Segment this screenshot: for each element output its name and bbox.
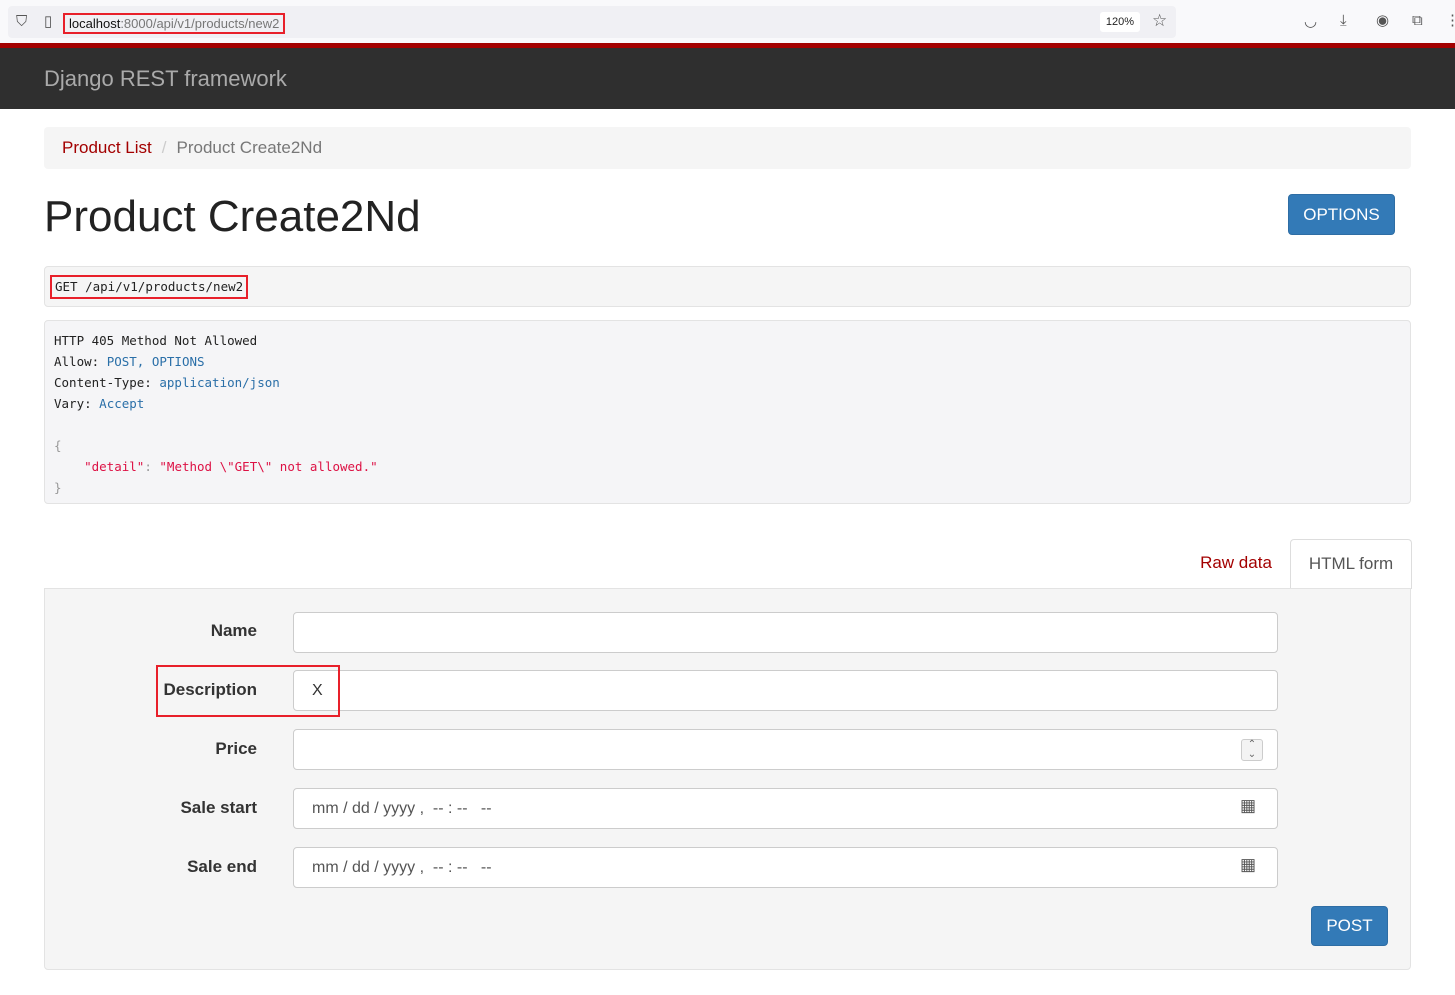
price-input[interactable] <box>293 729 1278 770</box>
shield-icon[interactable]: ⛉ <box>16 14 27 30</box>
response-status: HTTP 405 Method Not Allowed <box>54 333 258 348</box>
description-input[interactable]: X <box>293 670 1278 711</box>
page-title: Product Create2Nd <box>44 192 421 241</box>
bookmark-star-icon[interactable]: ☆ <box>1152 12 1167 29</box>
header-value: application/json <box>159 375 280 390</box>
json-brace: { <box>54 438 62 453</box>
json-colon: : <box>144 459 160 474</box>
name-label: Name <box>210 621 257 640</box>
request-path: /api/v1/products/new2 <box>85 279 244 294</box>
menu-icon[interactable]: ⋮ <box>1445 13 1455 29</box>
header-key: Content-Type: <box>54 375 152 390</box>
options-button[interactable]: OPTIONS <box>1288 194 1395 235</box>
sale-start-label: Sale start <box>180 798 257 817</box>
header-key: Allow: <box>54 354 100 369</box>
download-icon[interactable]: ⤓ <box>1340 13 1347 29</box>
calendar-icon[interactable]: ▦ <box>1240 856 1256 873</box>
json-value: "Method \"GET\" not allowed." <box>159 459 378 474</box>
extensions-icon[interactable]: ⧉ <box>1412 13 1423 29</box>
pocket-icon[interactable]: ◡ <box>1304 14 1317 30</box>
tab-html-form[interactable]: HTML form <box>1290 539 1412 589</box>
url-text[interactable]: localhost:8000/api/v1/products/new2 <box>63 13 286 34</box>
breadcrumb-product-list[interactable]: Product List <box>62 138 152 157</box>
breadcrumb: Product List / Product Create2Nd <box>44 127 1411 169</box>
tab-raw-data[interactable]: Raw data <box>1186 539 1286 589</box>
highlight-box <box>156 665 340 717</box>
header-value: Accept <box>99 396 145 411</box>
header-value: POST, OPTIONS <box>106 354 205 369</box>
post-button[interactable]: POST <box>1311 906 1388 946</box>
page-icon: ▯ <box>44 13 53 30</box>
header-key: Vary: <box>54 396 92 411</box>
url-path: :8000/api/v1/products/new2 <box>120 16 280 31</box>
request-method: GET <box>55 279 78 294</box>
request-info <box>44 266 1411 307</box>
zoom-level[interactable]: 120% <box>1100 12 1140 32</box>
account-icon[interactable]: ◉ <box>1376 13 1389 29</box>
brand-link[interactable]: Django REST framework <box>44 66 287 92</box>
sale-end-input[interactable]: mm / dd / yyyy , -- : -- -- <box>293 847 1278 888</box>
price-label: Price <box>215 739 257 758</box>
sale-start-input[interactable]: mm / dd / yyyy , -- : -- -- <box>293 788 1278 829</box>
sale-end-label: Sale end <box>187 857 257 876</box>
calendar-icon[interactable]: ▦ <box>1240 797 1256 814</box>
breadcrumb-separator: / <box>161 138 167 157</box>
request-line: GET /api/v1/products/new2 <box>50 275 249 299</box>
breadcrumb-current: Product Create2Nd <box>176 138 323 157</box>
number-spinner-icon[interactable]: ⌃ ⌄ <box>1241 739 1263 761</box>
json-key: "detail" <box>84 459 145 474</box>
url-host: localhost <box>69 16 121 31</box>
response-info: HTTP 405 Method Not Allowed Allow: POST,… <box>44 320 1411 504</box>
json-brace: } <box>54 480 62 495</box>
name-input[interactable] <box>293 612 1278 653</box>
